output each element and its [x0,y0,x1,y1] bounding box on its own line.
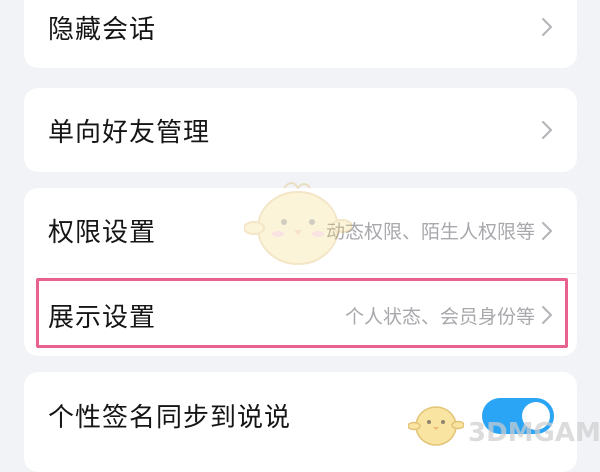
mascot-watermark-icon [244,182,352,265]
hidden-chats-row[interactable]: 隐藏会话 [24,0,577,68]
permission-settings-value: 动态权限、陌生人权限等 [325,221,535,243]
one-way-friends-card: 单向好友管理 [24,88,577,172]
watermark-text: 3DMGAME [468,418,600,448]
hidden-chats-card: 隐藏会话 [24,0,577,68]
mascot-logo-icon [408,406,464,446]
one-way-friends-label: 单向好友管理 [48,117,211,148]
hidden-chats-label: 隐藏会话 [48,14,157,45]
permission-settings-label: 权限设置 [48,218,157,248]
chevron-right-icon [542,121,552,139]
chevron-right-icon [542,18,552,36]
highlight-box [36,278,568,348]
chevron-right-icon [542,221,552,240]
signature-sync-label: 个性签名同步到说说 [48,402,292,433]
one-way-friends-row[interactable]: 单向好友管理 [24,88,577,172]
